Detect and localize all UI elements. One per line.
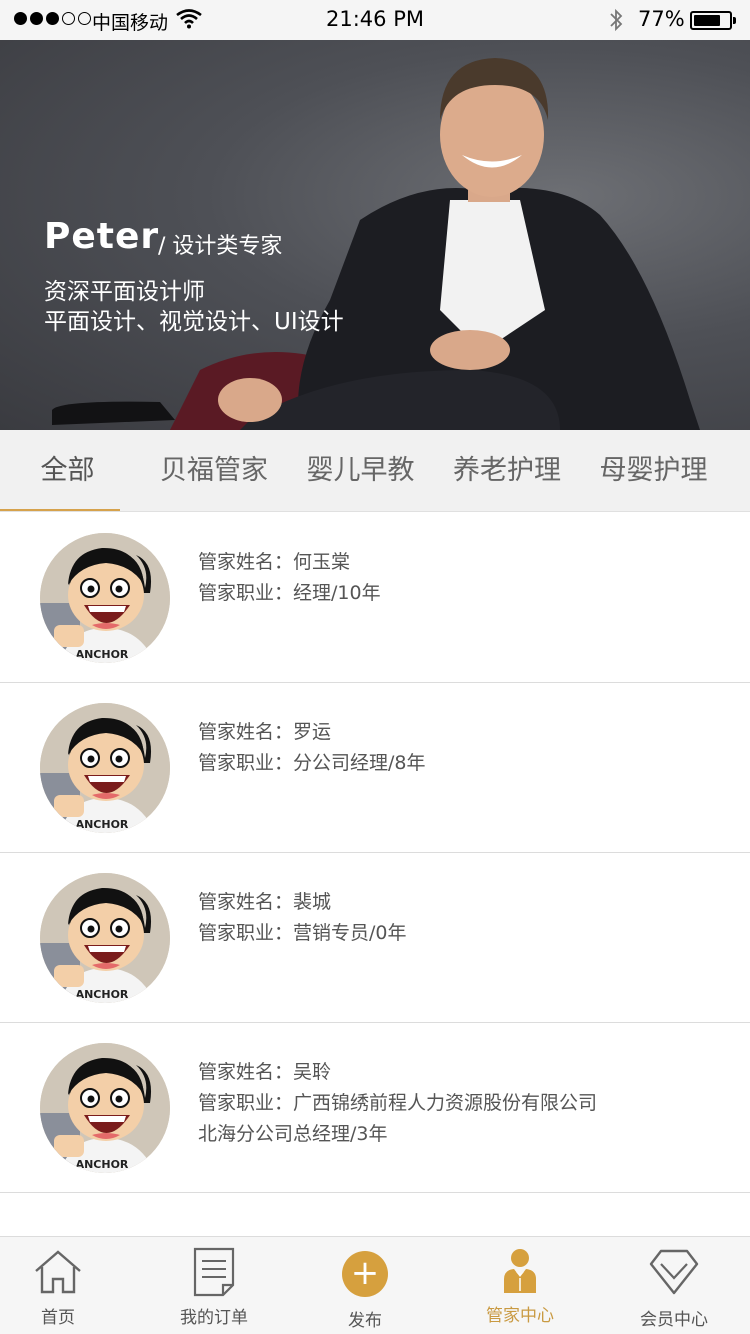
svg-text:ANCHOR: ANCHOR xyxy=(76,988,129,1001)
butler-list-item[interactable]: ANCHOR 管家姓名：何玉棠 管家职业：经理/10年 xyxy=(0,513,750,683)
butler-job-row: 管家职业：营销专员/0年 xyxy=(198,918,407,949)
avatar: ANCHOR xyxy=(40,703,170,833)
expert-name: Peter xyxy=(44,216,160,257)
butler-job-label: 管家职业： xyxy=(198,752,294,774)
svg-text:ANCHOR: ANCHOR xyxy=(76,1158,129,1171)
avatar: ANCHOR xyxy=(40,1043,170,1173)
svg-text:ANCHOR: ANCHOR xyxy=(76,818,129,831)
butler-name: 吴聆 xyxy=(293,1061,332,1083)
battery-icon xyxy=(690,11,736,30)
butler-job: 广西锦绣前程人力资源股份有限公司 xyxy=(293,1092,598,1114)
butler-job-row: 管家职业：广西锦绣前程人力资源股份有限公司 xyxy=(198,1088,597,1119)
nav-orders[interactable]: 我的订单 xyxy=(168,1237,260,1334)
butler-name-row: 管家姓名：吴聆 xyxy=(198,1057,597,1088)
bottom-tab-bar: 首页 我的订单 + 发布 管家中心 会员中心 xyxy=(0,1236,750,1334)
category-tabs: 全部 贝福管家 婴儿早教 养老护理 母婴护理 xyxy=(0,430,750,512)
butler-job-label: 管家职业： xyxy=(198,582,294,604)
butler-info: 管家姓名：罗运 管家职业：分公司经理/8年 xyxy=(198,717,426,779)
tab-maternal-care[interactable]: 母婴护理 xyxy=(581,430,726,512)
active-tab-indicator xyxy=(0,509,120,511)
plus-icon: + xyxy=(342,1251,388,1297)
butler-name-row: 管家姓名：何玉棠 xyxy=(198,547,381,578)
butler-job-label: 管家职业： xyxy=(198,922,294,944)
expert-title: / 设计类专家 xyxy=(158,234,283,259)
butler-name: 裴城 xyxy=(293,891,332,913)
expert-banner[interactable]: Peter / 设计类专家 资深平面设计师 平面设计、视觉设计、UI设计 xyxy=(0,40,750,430)
nav-publish-label: 发布 xyxy=(348,1311,382,1331)
avatar: ANCHOR xyxy=(40,533,170,663)
expert-role: 资深平面设计师 xyxy=(44,279,205,305)
butler-job-continued: 北海分公司总经理/3年 xyxy=(198,1123,388,1145)
home-icon xyxy=(35,1250,81,1294)
butler-name: 何玉棠 xyxy=(293,551,351,573)
butler-list-item[interactable]: ANCHOR 管家姓名：吴聆 管家职业：广西锦绣前程人力资源股份有限公司 北海分… xyxy=(0,1023,750,1193)
bluetooth-icon xyxy=(610,8,623,32)
nav-publish[interactable]: + 发布 xyxy=(308,1237,422,1334)
nav-butler-center-label: 管家中心 xyxy=(486,1306,554,1326)
butler-job: 经理/10年 xyxy=(293,582,381,604)
butler-icon xyxy=(504,1249,536,1293)
tab-elderly-care[interactable]: 养老护理 xyxy=(433,430,581,512)
nav-orders-label: 我的订单 xyxy=(180,1308,248,1328)
butler-job-label: 管家职业： xyxy=(198,1092,294,1114)
butler-name-label: 管家姓名： xyxy=(198,721,294,743)
butler-name-label: 管家姓名： xyxy=(198,551,294,573)
butler-job-row: 管家职业：经理/10年 xyxy=(198,578,381,609)
nav-butler-center[interactable]: 管家中心 xyxy=(478,1237,562,1334)
butler-name: 罗运 xyxy=(293,721,332,743)
butler-list-item[interactable]: ANCHOR 管家姓名：罗运 管家职业：分公司经理/8年 xyxy=(0,683,750,853)
butler-name-row: 管家姓名：裴城 xyxy=(198,887,407,918)
tab-all[interactable]: 全部 xyxy=(0,430,135,512)
nav-member-center-label: 会员中心 xyxy=(640,1310,708,1330)
nav-home[interactable]: 首页 xyxy=(22,1237,94,1334)
tab-infant-education[interactable]: 婴儿早教 xyxy=(288,430,433,512)
battery-percentage: 77% xyxy=(638,7,685,31)
butler-job-row: 管家职业：分公司经理/8年 xyxy=(198,748,426,779)
svg-text:ANCHOR: ANCHOR xyxy=(76,648,129,661)
butler-info: 管家姓名：裴城 管家职业：营销专员/0年 xyxy=(198,887,407,949)
butler-name-label: 管家姓名： xyxy=(198,891,294,913)
expert-skills: 平面设计、视觉设计、UI设计 xyxy=(44,309,344,335)
butler-info: 管家姓名：吴聆 管家职业：广西锦绣前程人力资源股份有限公司 北海分公司总经理/3… xyxy=(198,1057,597,1150)
order-document-icon xyxy=(193,1247,235,1297)
butler-job: 营销专员/0年 xyxy=(293,922,407,944)
nav-home-label: 首页 xyxy=(41,1308,75,1328)
nav-member-center[interactable]: 会员中心 xyxy=(632,1237,716,1334)
butler-info: 管家姓名：何玉棠 管家职业：经理/10年 xyxy=(198,547,381,609)
butler-job: 分公司经理/8年 xyxy=(293,752,426,774)
butler-name-row: 管家姓名：罗运 xyxy=(198,717,426,748)
avatar: ANCHOR xyxy=(40,873,170,1003)
diamond-icon xyxy=(649,1249,699,1295)
butler-name-label: 管家姓名： xyxy=(198,1061,294,1083)
tab-beifu-butler[interactable]: 贝福管家 xyxy=(140,430,288,512)
status-bar: 中国移动 21:46 PM 77% xyxy=(0,0,750,40)
butler-list-item[interactable]: ANCHOR 管家姓名：裴城 管家职业：营销专员/0年 xyxy=(0,853,750,1023)
